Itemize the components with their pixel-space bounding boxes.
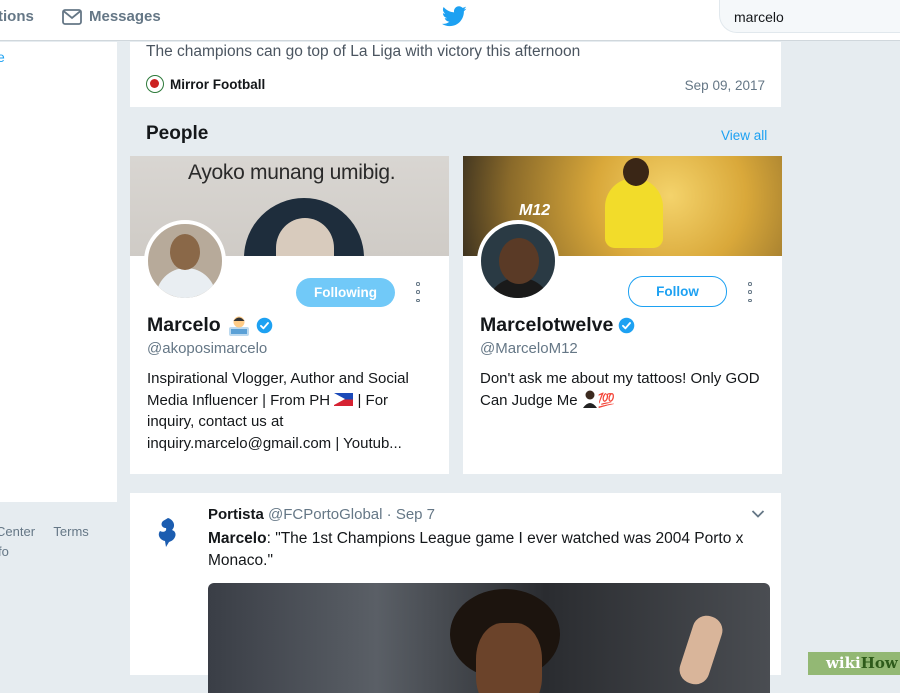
avatar[interactable] (477, 220, 559, 302)
more-options-icon[interactable] (746, 282, 754, 302)
hundred-points-emoji: 💯 (597, 391, 616, 408)
mirror-football-logo-icon (146, 75, 164, 93)
person-silhouette-icon (582, 390, 597, 408)
tweet-text: Marcelo: "The 1st Champions League game … (208, 528, 748, 572)
view-all-link[interactable]: View all (721, 128, 767, 143)
tweet-mention: Marcelo (208, 530, 267, 547)
person-card[interactable]: Ayoko munang umibig. Following Marcelo @… (130, 156, 449, 474)
chevron-down-icon[interactable] (751, 509, 765, 519)
tweet-separator: · (386, 506, 392, 523)
news-source[interactable]: Mirror Football (146, 75, 265, 93)
philippines-flag-icon (334, 392, 354, 406)
footer-link-terms[interactable]: Terms (53, 524, 88, 539)
banner-logo-text: M12 (519, 202, 551, 219)
footer-link-center[interactable]: Center (0, 524, 35, 539)
search-input[interactable]: marcelo (719, 0, 900, 33)
person-name-text: Marcelo (147, 314, 221, 336)
person-emoji-icon (228, 316, 249, 336)
wikihow-wiki: wiki (826, 654, 861, 672)
search-input-value: marcelo (734, 9, 784, 25)
news-date: Sep 09, 2017 (684, 78, 765, 93)
nav-messages-label: Messages (89, 8, 161, 25)
banner-player-shape (605, 178, 663, 248)
people-section-title: People (146, 123, 209, 144)
news-tweet-card[interactable]: The champions can go top of La Liga with… (130, 42, 781, 107)
tweet-handle[interactable]: @FCPortoGlobal (268, 506, 382, 523)
news-source-name: Mirror Football (170, 76, 266, 92)
tweet-card[interactable]: Portista @FCPortoGlobal · Sep 7 Marcelo:… (130, 493, 781, 693)
tweet-photo[interactable] (208, 583, 770, 693)
person-bio: Don't ask me about my tattoos! Only GOD … (480, 368, 770, 411)
fc-porto-dragon-icon[interactable] (154, 516, 182, 548)
person-name[interactable]: Marcelo (147, 314, 273, 337)
news-tweet-text: The champions can go top of La Liga with… (146, 43, 581, 60)
person-bio: Inspirational Vlogger, Author and Social… (147, 368, 437, 454)
person-name[interactable]: Marcelotwelve (480, 314, 635, 337)
banner-player-head (623, 158, 649, 186)
nav-messages[interactable]: Messages (62, 8, 161, 25)
person-card[interactable]: M12 Follow Marcelotwelve @MarceloM12 Don… (463, 156, 782, 474)
more-options-icon[interactable] (414, 282, 422, 302)
banner-text: Ayoko munang umibig. (188, 161, 396, 184)
nav-notifications-label: tions (0, 8, 34, 25)
wikihow-how: How (860, 654, 898, 672)
following-button[interactable]: Following (296, 278, 395, 307)
nav-notifications[interactable]: tions (0, 8, 34, 25)
avatar[interactable] (144, 220, 226, 302)
person-name-text: Marcelotwelve (480, 314, 614, 336)
photo-face-shape (476, 623, 542, 693)
footer-link-info[interactable]: fo (0, 544, 9, 559)
verified-badge-icon (256, 317, 272, 334)
twitter-bird-icon[interactable] (441, 6, 467, 32)
tweet-date[interactable]: Sep 7 (396, 506, 435, 523)
person-handle[interactable]: @MarceloM12 (480, 340, 578, 357)
person-bio-part1: Don't ask me about my tattoos! Only GOD … (480, 370, 760, 409)
follow-button[interactable]: Follow (628, 276, 727, 307)
top-navigation-bar: tions Messages marcelo (0, 0, 900, 41)
left-sidebar: e (0, 42, 117, 502)
photo-hand-shape (675, 612, 727, 688)
tweet-text-body: : "The 1st Champions League game I ever … (208, 530, 744, 569)
sidebar-link-fragment[interactable]: e (0, 49, 5, 65)
wikihow-watermark: wikiHow (808, 652, 900, 675)
envelope-icon (62, 8, 82, 25)
tweet-author[interactable]: Portista (208, 506, 264, 523)
verified-badge-icon (619, 317, 635, 334)
tweet-header: Portista @FCPortoGlobal · Sep 7 (208, 506, 435, 523)
person-handle[interactable]: @akoposimarcelo (147, 340, 267, 357)
